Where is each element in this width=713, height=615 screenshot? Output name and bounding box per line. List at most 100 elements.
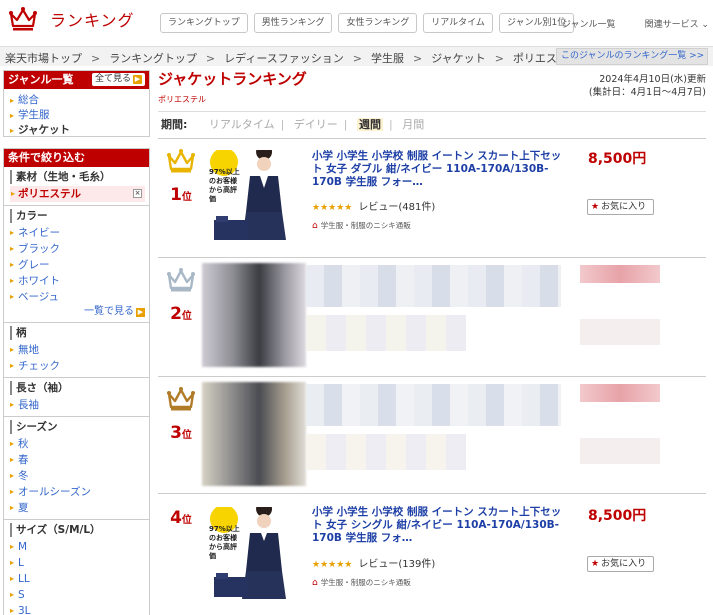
size-m[interactable]: M bbox=[10, 539, 149, 555]
color-see-more-link[interactable]: 一覧で見る ▶ bbox=[10, 305, 149, 319]
arrow-right-icon: ▶ bbox=[136, 308, 145, 317]
updated-date: 2024年4月10日(水)更新 bbox=[599, 74, 706, 85]
period-range: (集計日：4月1日～4月7日) bbox=[588, 87, 706, 98]
top-nav: ランキングトップ 男性ランキング 女性ランキング リアルタイム ジャンル別1位 bbox=[160, 13, 580, 33]
color-gray[interactable]: グレー bbox=[10, 257, 149, 273]
genre-ranking-list-link[interactable]: このジャンルのランキング一覧 >> bbox=[556, 48, 708, 65]
nav-related-services[interactable]: 関連サービス ⌄ bbox=[645, 17, 709, 30]
ranking-logo[interactable]: ランキング bbox=[8, 6, 135, 32]
season-summer[interactable]: 夏 bbox=[10, 500, 149, 516]
rank-number-2: 2位 bbox=[170, 304, 192, 324]
rank-badge-3: 3位 bbox=[158, 386, 204, 445]
rating-4: ★★★★★ レビュー(139件) bbox=[312, 555, 435, 570]
blurred-product-image-3[interactable] bbox=[202, 382, 306, 486]
crumb-rakuten-top[interactable]: 楽天市場トップ bbox=[5, 52, 82, 65]
size-l[interactable]: L bbox=[10, 555, 149, 571]
rank-number-4: 4位 bbox=[170, 508, 192, 528]
star-icon: ★★★★★ bbox=[312, 560, 353, 570]
blurred-product-image-2[interactable] bbox=[202, 263, 306, 367]
rank-badge-4: 4位 bbox=[158, 509, 204, 530]
size-3l[interactable]: 3L bbox=[10, 603, 149, 615]
ranking-item-1: 1位 97%以上のお客様から高評価 小学 小学生 小学校 制服 イートン スカー… bbox=[158, 140, 706, 258]
filter-color-title: カラー bbox=[10, 209, 149, 223]
filter-season-title: シーズン bbox=[10, 420, 149, 434]
breadcrumb: 楽天市場トップ > ランキングトップ > レディースファッション > 学生服 > ジャケット > ポ… bbox=[5, 52, 579, 65]
shop-link-4[interactable]: ⌂ 学生服・制服のニシキ通販 bbox=[312, 577, 411, 588]
header: ランキング ランキングトップ 男性ランキング 女性ランキング リアルタイム ジャ… bbox=[0, 0, 713, 46]
pattern-plain[interactable]: 無地 bbox=[10, 342, 149, 358]
rank-number-1: 1位 bbox=[170, 185, 192, 205]
favorite-button-4[interactable]: ★ お気に入り bbox=[587, 556, 654, 572]
filter-title: 条件で絞り込む bbox=[4, 149, 149, 167]
tab-monthly[interactable]: 月間 bbox=[402, 118, 424, 131]
genre-item-school-uniform[interactable]: 学生服 bbox=[10, 108, 149, 123]
crumb-school-uniform[interactable]: 学生服 bbox=[371, 52, 404, 65]
page-title: ジャケットランキング bbox=[158, 70, 307, 88]
season-winter[interactable]: 冬 bbox=[10, 468, 149, 484]
blurred-product-name-3[interactable] bbox=[306, 384, 561, 426]
product-image-4[interactable]: 97%以上のお客様から高評価 bbox=[206, 507, 304, 603]
filter-material-title: 素材（生地・毛糸） bbox=[10, 170, 149, 184]
bronze-crown-icon bbox=[167, 387, 195, 411]
season-autumn[interactable]: 秋 bbox=[10, 436, 149, 452]
breadcrumb-bar: 楽天市場トップ > ランキングトップ > レディースファッション > 学生服 > ジャケット > ポ… bbox=[0, 46, 713, 66]
size-ll[interactable]: LL bbox=[10, 571, 149, 587]
blurred-price-2 bbox=[580, 265, 660, 283]
tab-realtime[interactable]: リアルタイム bbox=[209, 118, 275, 131]
star-icon: ★★★★★ bbox=[312, 203, 353, 213]
product-name-1[interactable]: 小学 小学生 小学校 制服 イートン スカート上下セット 女子 ダブル 紺/ネイ… bbox=[312, 150, 562, 189]
nav-female-ranking[interactable]: 女性ランキング bbox=[338, 13, 418, 33]
crumb-jacket[interactable]: ジャケット bbox=[431, 52, 485, 65]
tab-daily[interactable]: デイリー bbox=[294, 118, 338, 131]
color-beige[interactable]: ベージュ bbox=[10, 289, 149, 305]
genre-list-title: ジャンル一覧 全て見る ▶ bbox=[4, 71, 149, 89]
blurred-fav-2[interactable] bbox=[580, 319, 660, 345]
rank-number-3: 3位 bbox=[170, 423, 192, 443]
pattern-check[interactable]: チェック bbox=[10, 358, 149, 374]
review-count-4[interactable]: レビュー(139件) bbox=[358, 559, 435, 570]
nav-ranking-top[interactable]: ランキングトップ bbox=[160, 13, 248, 33]
filter-sleeve: 長さ（袖） 長袖 bbox=[4, 377, 149, 416]
product-name-4[interactable]: 小学 小学生 小学校 制服 イートン スカート上下セット 女子 シングル 紺/ネ… bbox=[312, 506, 562, 545]
rating-1: ★★★★★ レビュー(481件) bbox=[312, 198, 435, 213]
blurred-price-3 bbox=[580, 384, 660, 402]
period-tabs: 期間: リアルタイム | デイリー | 週間 | 月間 bbox=[158, 111, 706, 139]
favorite-button-1[interactable]: ★ お気に入り bbox=[587, 199, 654, 215]
tab-weekly: 週間 bbox=[357, 118, 384, 131]
color-navy[interactable]: ネイビー bbox=[10, 225, 149, 241]
rank-badge-1: 1位 bbox=[158, 148, 204, 207]
filter-material: 素材（生地・毛糸） ポリエステル × bbox=[4, 167, 149, 205]
shop-link-1[interactable]: ⌂ 学生服・制服のニシキ通販 bbox=[312, 220, 411, 231]
size-s[interactable]: S bbox=[10, 587, 149, 603]
filter-pattern-title: 柄 bbox=[10, 326, 149, 340]
blurred-product-name-2[interactable] bbox=[306, 265, 561, 307]
star-icon: ★ bbox=[591, 202, 600, 212]
season-all[interactable]: オールシーズン bbox=[10, 484, 149, 500]
price-4: 8,500円 bbox=[588, 508, 647, 524]
ranking-item-3: 3位 bbox=[158, 378, 706, 494]
color-white[interactable]: ホワイト bbox=[10, 273, 149, 289]
product-image-1[interactable]: 97%以上のお客様から高評価 bbox=[206, 150, 304, 246]
filter-box: 条件で絞り込む 素材（生地・毛糸） ポリエステル × カラー ネイビー ブラック… bbox=[3, 148, 150, 615]
see-all-button[interactable]: 全て見る ▶ bbox=[91, 73, 145, 86]
crown-logo-icon bbox=[9, 7, 37, 31]
crumb-ladies-fashion[interactable]: レディースファッション bbox=[224, 52, 344, 65]
silver-crown-icon bbox=[167, 268, 195, 292]
color-black[interactable]: ブラック bbox=[10, 241, 149, 257]
badge-text-1: 97%以上のお客様から高評価 bbox=[209, 168, 240, 203]
sleeve-long[interactable]: 長袖 bbox=[10, 397, 149, 413]
filter-sleeve-title: 長さ（袖） bbox=[10, 381, 149, 395]
nav-realtime[interactable]: リアルタイム bbox=[423, 13, 493, 33]
nav-genre-list[interactable]: ジャンル一覧 bbox=[562, 17, 616, 30]
crumb-ranking-top[interactable]: ランキングトップ bbox=[109, 52, 197, 65]
clear-filter-icon[interactable]: × bbox=[133, 189, 142, 198]
genre-item-overall[interactable]: 総合 bbox=[10, 93, 149, 108]
filter-color: カラー ネイビー ブラック グレー ホワイト ベージュ 一覧で見る▶ bbox=[4, 205, 149, 322]
filter-size: サイズ（S/M/L） M L LL S 3L bbox=[4, 519, 149, 615]
blurred-fav-3[interactable] bbox=[580, 438, 660, 464]
season-spring[interactable]: 春 bbox=[10, 452, 149, 468]
star-icon: ★ bbox=[591, 559, 600, 569]
nav-male-ranking[interactable]: 男性ランキング bbox=[253, 13, 333, 33]
price-1: 8,500円 bbox=[588, 151, 647, 167]
review-count-1[interactable]: レビュー(481件) bbox=[358, 202, 435, 213]
